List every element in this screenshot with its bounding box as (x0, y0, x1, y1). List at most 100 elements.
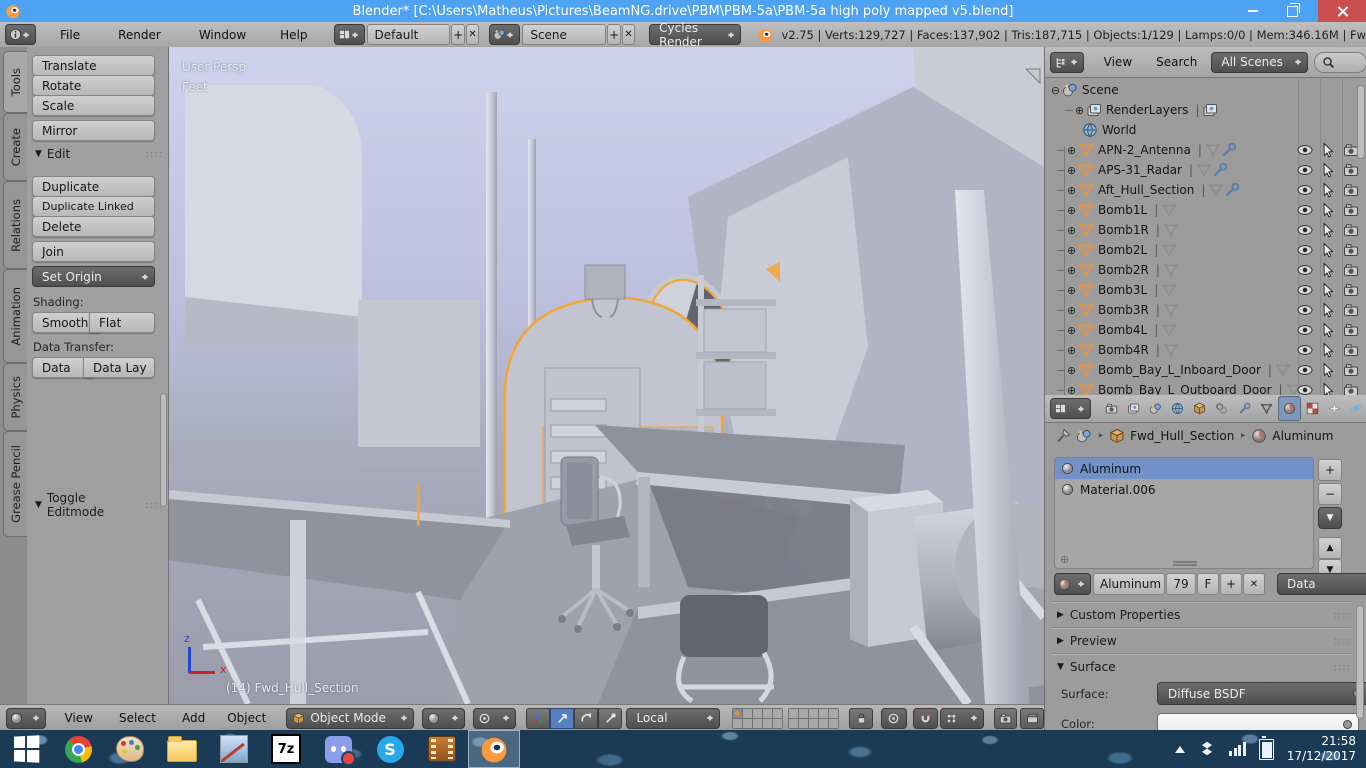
selectability-cursor-icon[interactable] (1320, 242, 1336, 258)
visibility-eye-icon[interactable] (1297, 262, 1313, 278)
tab-create[interactable]: Create (3, 113, 28, 181)
delete-scene-button[interactable]: ✕ (621, 24, 636, 45)
snap-element-select[interactable] (940, 707, 984, 729)
taskbar-clock[interactable]: 21:58 17/12/2017 (1287, 734, 1356, 764)
new-material-button[interactable]: + (1220, 573, 1242, 595)
visibility-eye-icon[interactable] (1297, 382, 1313, 395)
scene-name-field[interactable]: Scene (522, 24, 607, 45)
layers-grid-2[interactable] (788, 707, 840, 729)
viewport-3d-scene[interactable] (168, 47, 1044, 704)
manipulator-rotate-button[interactable] (574, 707, 599, 729)
tab-object-data[interactable] (1256, 397, 1276, 420)
proportional-edit-button[interactable] (880, 707, 907, 729)
tab-particles[interactable] (1325, 397, 1345, 420)
visibility-eye-icon[interactable] (1297, 182, 1313, 198)
menu-select[interactable]: Select (109, 705, 166, 731)
outliner-item-bomb2r[interactable]: ⊕ Bomb2R | (1045, 260, 1366, 280)
renderability-camera-icon[interactable] (1343, 282, 1359, 298)
outliner-item-renderlayers[interactable]: ⊕ RenderLayers | (1045, 100, 1366, 120)
tab-relations[interactable]: Relations (3, 181, 28, 269)
mesh-left-cabinet[interactable] (358, 300, 480, 470)
tab-object[interactable] (1190, 397, 1210, 420)
outliner-item-bomb4l[interactable]: ⊕ Bomb4L | (1045, 320, 1366, 340)
taskbar-skype[interactable]: S (364, 730, 416, 768)
renderability-camera-icon[interactable] (1343, 202, 1359, 218)
visibility-eye-icon[interactable] (1297, 282, 1313, 298)
outliner-search-field[interactable] (1314, 51, 1366, 73)
material-link-select[interactable]: Data (1277, 573, 1366, 595)
remove-material-slot-button[interactable]: − (1318, 483, 1342, 505)
surface-shader-select[interactable]: Diffuse BSDF (1157, 682, 1366, 705)
renderability-camera-icon[interactable] (1343, 322, 1359, 338)
manipulator-scale-button[interactable] (598, 707, 623, 729)
outliner-item-bomb4r[interactable]: ⊕ Bomb4R | (1045, 340, 1366, 360)
tab-physics[interactable]: Physics (3, 363, 28, 431)
visibility-eye-icon[interactable] (1297, 222, 1313, 238)
selectability-cursor-icon[interactable] (1320, 262, 1336, 278)
editor-type-info-button[interactable] (5, 24, 36, 45)
fake-user-button[interactable]: F (1197, 573, 1219, 595)
taskbar-paint[interactable] (104, 730, 156, 768)
selectability-cursor-icon[interactable] (1320, 322, 1336, 338)
outliner-item-world[interactable]: World (1045, 120, 1366, 140)
battery-icon[interactable] (1258, 735, 1274, 760)
screen-layout-name-field[interactable]: Default (366, 24, 451, 45)
restore-button[interactable] (1274, 0, 1310, 22)
renderability-camera-icon[interactable] (1343, 382, 1359, 395)
menu-render[interactable]: Render (108, 22, 171, 47)
pin-icon[interactable] (1055, 428, 1071, 444)
tab-scene[interactable] (1145, 397, 1165, 420)
visibility-eye-icon[interactable] (1297, 202, 1313, 218)
opengl-render-anim-button[interactable] (1020, 707, 1044, 729)
outliner-item-aft-hull-section[interactable]: ⊕ Aft_Hull_Section | (1045, 180, 1366, 200)
menu-view[interactable]: View (54, 705, 102, 731)
visibility-eye-icon[interactable] (1297, 362, 1313, 378)
breadcrumb-material[interactable]: Aluminum (1272, 429, 1333, 443)
manipulator-axis-button[interactable] (526, 707, 551, 729)
breadcrumb-object[interactable]: Fwd_Hull_Section (1130, 429, 1234, 443)
duplicate-button[interactable]: Duplicate (32, 176, 155, 197)
selectability-cursor-icon[interactable] (1320, 222, 1336, 238)
tab-constraints[interactable] (1212, 397, 1232, 420)
editor-type-3dview-button[interactable] (6, 707, 47, 729)
start-button[interactable] (0, 730, 52, 768)
edit-panel-header[interactable]: ▼ Edit :::: (35, 147, 163, 161)
viewport-3d[interactable]: User Persp Feet (14) Fwd_Hull_Section z … (168, 47, 1044, 704)
visibility-eye-icon[interactable] (1297, 142, 1313, 158)
scale-button[interactable]: Scale (32, 95, 155, 116)
taskbar-7zip[interactable]: 7z (260, 730, 312, 768)
renderability-camera-icon[interactable] (1343, 162, 1359, 178)
rotate-button[interactable]: Rotate (32, 75, 155, 96)
add-layout-button[interactable]: + (451, 24, 465, 45)
duplicate-linked-button[interactable]: Duplicate Linked (32, 196, 155, 217)
tab-physics[interactable] (1347, 397, 1366, 420)
surface-panel-header[interactable]: ▼ Surface :::: (1045, 655, 1357, 679)
outliner-item-bomb2l[interactable]: ⊕ Bomb2L | (1045, 240, 1366, 260)
shade-flat-button[interactable]: Flat (89, 312, 155, 333)
taskbar-discord[interactable] (312, 730, 364, 768)
outliner-item-bomb1r[interactable]: ⊕ Bomb1R | (1045, 220, 1366, 240)
editor-type-outliner-button[interactable] (1050, 51, 1084, 73)
outliner-item-bomb3l[interactable]: ⊕ Bomb3L | (1045, 280, 1366, 300)
title-bar[interactable]: Blender* [C:\Users\Matheus\Pictures\Beam… (0, 0, 1366, 22)
lock-to-scene-button[interactable] (849, 707, 873, 729)
join-button[interactable]: Join (32, 241, 155, 262)
renderability-camera-icon[interactable] (1343, 302, 1359, 318)
outliner-item-aps31-radar[interactable]: ⊕ APS-31_Radar | (1045, 160, 1366, 180)
material-users-button[interactable]: 79 (1166, 573, 1196, 595)
tab-texture[interactable] (1303, 397, 1323, 420)
material-name-field[interactable]: Aluminum (1093, 573, 1165, 595)
network-signal-icon[interactable] (1229, 742, 1246, 756)
outliner-menu-view[interactable]: View (1094, 47, 1142, 77)
move-slot-up-button[interactable]: ▲ (1318, 537, 1342, 559)
menu-file[interactable]: File (50, 22, 90, 47)
add-scene-button[interactable]: + (607, 24, 621, 45)
outliner-item-bomb-bay-l-outboard-door[interactable]: ⊕ Bomb_Bay_L_Outboard_Door | (1045, 380, 1366, 395)
menu-help[interactable]: Help (270, 22, 317, 47)
delete-button[interactable]: Delete (32, 216, 155, 237)
selectability-cursor-icon[interactable] (1320, 382, 1336, 395)
selectability-cursor-icon[interactable] (1320, 142, 1336, 158)
menu-object[interactable]: Object (217, 705, 276, 731)
unlink-material-button[interactable]: ✕ (1243, 573, 1265, 595)
menu-add[interactable]: Add (172, 705, 215, 731)
